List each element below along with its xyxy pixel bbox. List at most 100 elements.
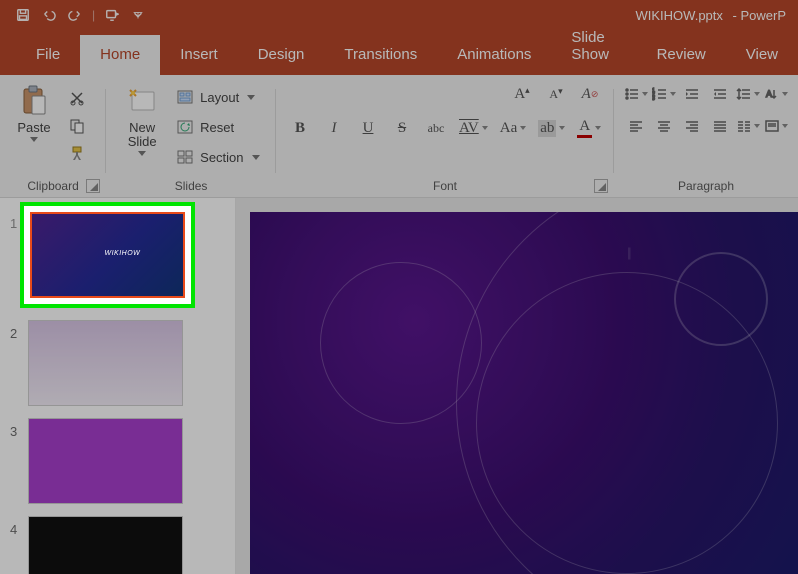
align-right-button[interactable] [680,115,704,137]
ribbon-tabs: File Home Insert Design Transitions Anim… [0,30,798,75]
bullets-button[interactable] [624,83,648,105]
svg-text:A: A [766,89,772,99]
new-slide-button[interactable]: New Slide [116,83,168,156]
text-shadow-button[interactable]: abc [422,117,450,139]
cut-icon[interactable] [66,87,88,109]
layout-icon [176,88,194,106]
new-slide-icon [126,85,158,117]
group-label-font: Font [276,179,614,193]
redo-icon[interactable] [64,4,86,26]
decorative-circle [674,252,768,346]
workspace: 1 WIKIHOW 2 3 4 [0,198,798,574]
reset-label: Reset [200,120,234,135]
align-text-button[interactable] [764,115,788,137]
slides-commands: Layout Reset Section [176,83,259,169]
group-paragraph: 123 A Paragraph [614,75,798,197]
group-slides: New Slide Layout Reset Section Slides [106,75,276,197]
align-center-button[interactable] [652,115,676,137]
copy-icon[interactable] [66,115,88,137]
chevron-down-icon [247,95,255,100]
paste-label: Paste [17,121,50,135]
clear-formatting-icon[interactable]: A⊘ [576,83,604,105]
start-from-beginning-icon[interactable] [101,4,123,26]
thumbnail-preview [28,320,183,406]
slide-thumbnails-pane[interactable]: 1 WIKIHOW 2 3 4 [0,198,236,574]
change-case-button[interactable]: Aa [497,117,530,139]
format-painter-icon[interactable] [66,143,88,165]
underline-button[interactable]: U [354,117,382,139]
window-title: WIKIHOW.pptx - PowerP [636,0,787,30]
thumbnail-number: 2 [10,320,28,341]
tab-animations[interactable]: Animations [437,35,551,75]
increase-indent-button[interactable] [708,83,732,105]
tab-insert[interactable]: Insert [160,35,238,75]
thumbnail-slide-4[interactable]: 4 [0,510,235,574]
numbering-button[interactable]: 123 [652,83,676,105]
clipboard-launcher-icon[interactable] [86,179,100,193]
paste-button[interactable]: Paste [10,83,58,142]
customize-qat-icon[interactable] [127,4,149,26]
thumbnail-number: 3 [10,418,28,439]
text-direction-button[interactable]: A [764,83,788,105]
current-slide[interactable] [250,212,798,574]
group-clipboard: Paste Clipboard [0,75,106,197]
line-spacing-button[interactable] [736,83,760,105]
chevron-down-icon [138,151,146,156]
group-label-clipboard: Clipboard [0,179,106,193]
svg-text:3: 3 [652,96,655,101]
tab-design[interactable]: Design [238,35,325,75]
qat-separator: | [92,8,95,22]
title-bar: | WIKIHOW.pptx - PowerP [0,0,798,30]
quick-access-toolbar: | [0,4,149,26]
save-icon[interactable] [12,4,34,26]
italic-button[interactable]: I [320,117,348,139]
paragraph-row-top: 123 A [624,83,788,105]
character-spacing-button[interactable]: AV [456,117,491,139]
thumbnail-slide-1[interactable]: 1 WIKIHOW [0,204,235,314]
thumbnail-number: 4 [10,516,28,537]
align-left-button[interactable] [624,115,648,137]
new-slide-label: New Slide [128,121,157,149]
group-label-paragraph: Paragraph [614,179,798,193]
reset-button[interactable]: Reset [176,115,259,139]
thumbnail-slide-3[interactable]: 3 [0,412,235,510]
thumbnail-preview [28,418,183,504]
chevron-down-icon [30,137,38,142]
highlight-button[interactable]: ab [535,117,568,139]
bold-button[interactable]: B [286,117,314,139]
tab-home[interactable]: Home [80,35,160,75]
section-label: Section [200,150,243,165]
increase-font-icon[interactable]: A▴ [508,83,536,105]
reset-icon [176,118,194,136]
justify-button[interactable] [708,115,732,137]
font-launcher-icon[interactable] [594,179,608,193]
section-button[interactable]: Section [176,145,259,169]
thumbnail-preview [28,516,183,574]
slide-canvas[interactable] [236,198,798,574]
thumbnail-preview: WIKIHOW [30,212,185,298]
font-row-bottom: B I U S abc AV Aa ab A [286,117,604,139]
layout-button[interactable]: Layout [176,85,259,109]
paste-icon [18,85,50,117]
columns-button[interactable] [736,115,760,137]
strikethrough-button[interactable]: S [388,117,416,139]
decrease-indent-button[interactable] [680,83,704,105]
undo-icon[interactable] [38,4,60,26]
decrease-font-icon[interactable]: A▾ [542,83,570,105]
layout-label: Layout [200,90,239,105]
tab-transitions[interactable]: Transitions [324,35,437,75]
selection-highlight: WIKIHOW [20,202,195,308]
title-separator: - [729,8,741,23]
tab-review[interactable]: Review [637,35,726,75]
ribbon: Paste Clipboard New Slide Layout [0,75,798,198]
group-font: A▴ A▾ A⊘ B I U S abc AV Aa ab A Font [276,75,614,197]
font-color-button[interactable]: A [574,117,604,139]
tab-view[interactable]: View [726,35,798,75]
font-row-top: A▴ A▾ A⊘ [508,83,604,105]
tab-file[interactable]: File [16,35,80,75]
section-icon [176,148,194,166]
thumbnail-slide-2[interactable]: 2 [0,314,235,412]
thumbnail-title-text: WIKIHOW [104,250,140,257]
clipboard-small-buttons [66,83,88,165]
chevron-down-icon [252,155,260,160]
